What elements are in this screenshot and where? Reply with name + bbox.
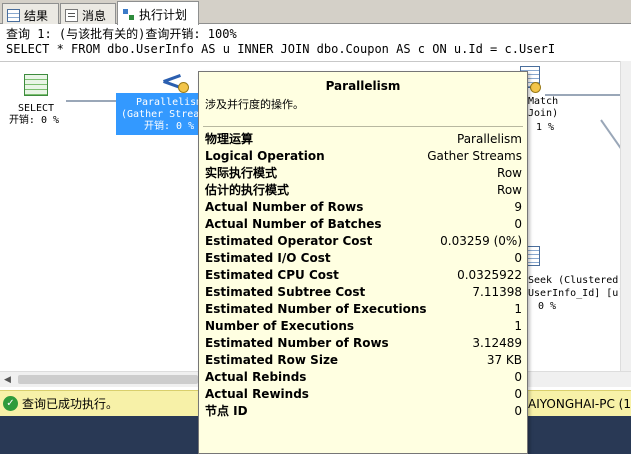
tooltip-property-value: 0.0325922 <box>457 268 522 282</box>
tooltip-properties: 物理运算 Parallelism Logical Operation Gather S… <box>199 131 527 420</box>
tooltip-property-label: Actual Rewinds <box>205 387 309 401</box>
tooltip-property-label: Estimated Number of Rows <box>205 336 389 350</box>
tooltip-property-row: Actual Number of Rows 9 <box>199 199 527 216</box>
tooltip-property-value: 1 <box>514 319 522 333</box>
tooltip-property-label: Estimated Operator Cost <box>205 234 373 248</box>
join-node-cost: 1 % <box>536 122 555 133</box>
tooltip-property-label: 节点 ID <box>205 404 248 418</box>
tooltip-divider <box>203 126 523 127</box>
operator-tooltip: Parallelism 涉及并行度的操作。 物理运算 Parallelism Log… <box>198 71 528 454</box>
status-message: 查询已成功执行。 <box>22 397 119 411</box>
tooltip-property-value: 3.12489 <box>472 336 522 350</box>
seek-node-name: Seek (Clustered) <box>528 275 625 286</box>
tooltip-property-value: Row <box>497 183 522 197</box>
tab-messages[interactable]: 消息 <box>60 3 116 24</box>
tooltip-property-row: Actual Rebinds 0 <box>199 369 527 386</box>
tab-results[interactable]: 结果 <box>2 3 59 24</box>
plan-edge <box>66 100 116 102</box>
tooltip-property-value: 7.11398 <box>472 285 522 299</box>
tooltip-property-value: 0 <box>514 251 522 265</box>
tab-execution-plan-label: 执行计划 <box>139 8 188 22</box>
tooltip-property-label: Estimated Row Size <box>205 353 339 367</box>
message-icon <box>65 8 78 22</box>
tooltip-property-label: Actual Rebinds <box>205 370 307 384</box>
tooltip-property-row: Estimated Subtree Cost 7.11398 <box>199 284 527 301</box>
tooltip-property-value: Row <box>497 166 522 180</box>
tooltip-property-label: Estimated Subtree Cost <box>205 285 366 299</box>
select-node-name: SELECT <box>17 103 55 114</box>
tab-messages-label: 消息 <box>82 8 107 23</box>
select-operator-icon[interactable] <box>24 74 48 96</box>
tooltip-description: 涉及并行度的操作。 <box>205 98 304 111</box>
tab-results-label: 结果 <box>24 8 49 23</box>
tooltip-title: Parallelism <box>325 79 401 93</box>
tooltip-property-row: 实际执行模式 Row <box>199 165 527 182</box>
tooltip-property-row: 物理运算 Parallelism <box>199 131 527 148</box>
parallel-badge-icon <box>178 82 189 93</box>
execution-plan-icon <box>122 8 135 21</box>
query-sql-line: SELECT * FROM dbo.UserInfo AS u INNER JO… <box>6 42 556 56</box>
tooltip-property-row: Estimated Number of Rows 3.12489 <box>199 335 527 352</box>
tooltip-property-label: Estimated I/O Cost <box>205 251 331 265</box>
tooltip-property-row: Estimated CPU Cost 0.0325922 <box>199 267 527 284</box>
query-cost-line: 查询 1: (与该批有关的)查询开销: 100% <box>6 27 237 41</box>
tooltip-property-value: 0 <box>514 387 522 401</box>
tooltip-property-value: Parallelism <box>457 132 522 146</box>
seek-node-sub: UserInfo_Id] [u] <box>528 288 625 299</box>
tooltip-property-value: 9 <box>514 200 522 214</box>
parallel-badge-icon <box>530 82 541 93</box>
tooltip-property-row: Estimated Number of Executions 1 <box>199 301 527 318</box>
tooltip-property-row: Actual Number of Batches 0 <box>199 216 527 233</box>
tooltip-property-label: Number of Executions <box>205 319 355 333</box>
tooltip-property-label: Logical Operation <box>205 149 325 163</box>
tooltip-property-value: 1 <box>514 302 522 316</box>
tooltip-property-label: Actual Number of Rows <box>205 200 364 214</box>
tooltip-property-value: 0.03259 (0%) <box>440 234 522 248</box>
tooltip-property-row: Estimated I/O Cost 0 <box>199 250 527 267</box>
tooltip-property-label: 实际执行模式 <box>205 166 278 180</box>
status-server: AIYONGHAI-PC (1 <box>528 397 631 411</box>
horizontal-scroll-thumb[interactable] <box>18 375 198 384</box>
join-node-name: Match <box>528 96 559 107</box>
tooltip-property-value: Gather Streams <box>427 149 522 163</box>
grid-icon <box>7 8 20 22</box>
tooltip-property-value: 0 <box>514 217 522 231</box>
tooltip-property-label: Estimated Number of Executions <box>205 302 427 316</box>
select-node-cost: 开销: 0 % <box>8 115 60 126</box>
tooltip-property-value: 0 <box>514 404 522 418</box>
join-node-sub: Join) <box>528 108 559 119</box>
tab-execution-plan[interactable]: 执行计划 <box>117 1 199 25</box>
tooltip-property-label: 估计的执行模式 <box>205 183 290 197</box>
tooltip-property-value: 0 <box>514 370 522 384</box>
tooltip-property-label: Estimated CPU Cost <box>205 268 339 282</box>
scroll-left-arrow-icon[interactable]: ◀ <box>4 375 11 385</box>
tooltip-property-row: 估计的执行模式 Row <box>199 182 527 199</box>
tooltip-property-value: 37 KB <box>486 353 522 367</box>
parallelism-node-selected[interactable]: Parallelism (Gather Streams) 开销: 0 % <box>116 93 217 135</box>
tooltip-property-row: Estimated Row Size 37 KB <box>199 352 527 369</box>
tooltip-property-label: 物理运算 <box>205 132 254 146</box>
result-tab-bar: 结果 消息 执行计划 <box>0 0 631 25</box>
tooltip-property-row: Actual Rewinds 0 <box>199 386 527 403</box>
tooltip-property-row: 节点 ID 0 <box>199 403 527 420</box>
seek-node-cost: 0 % <box>538 301 557 312</box>
tooltip-property-row: Number of Executions 1 <box>199 318 527 335</box>
vertical-scrollbar[interactable] <box>620 61 631 371</box>
success-check-icon: ✓ <box>3 396 18 411</box>
tooltip-property-row: Logical Operation Gather Streams <box>199 148 527 165</box>
tooltip-property-row: Estimated Operator Cost 0.03259 (0%) <box>199 233 527 250</box>
tooltip-property-label: Actual Number of Batches <box>205 217 382 231</box>
